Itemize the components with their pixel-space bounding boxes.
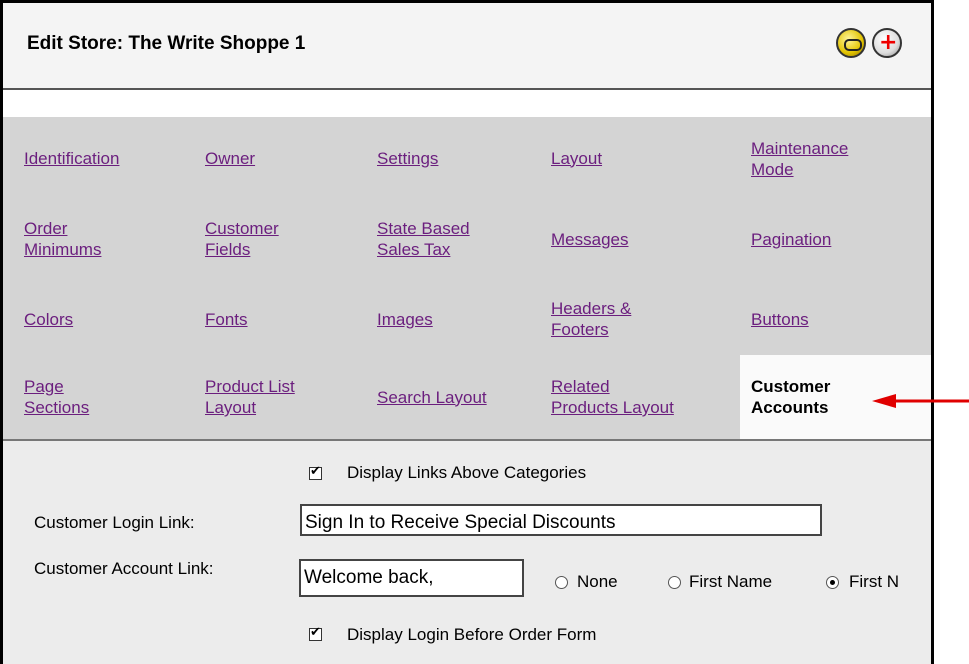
nav-maintenance-mode[interactable]: Maintenance Mode	[751, 129, 848, 189]
nav-page-sections-line2: Sections	[24, 398, 90, 417]
store-settings-nav: Identification Owner Settings Layout Mai…	[3, 117, 931, 441]
nav-buttons[interactable]: Buttons	[751, 301, 809, 337]
nav-state-based-sales-tax[interactable]: State Based Sales Tax	[377, 209, 470, 269]
link-icon[interactable]	[836, 28, 866, 58]
nav-maintenance-mode-line2: Mode	[751, 160, 794, 179]
nav-customer-fields-line2: Fields	[205, 240, 251, 259]
nav-customer-fields-line1: Customer	[205, 219, 279, 238]
nav-settings[interactable]: Settings	[377, 140, 438, 176]
display-login-label: Display Login Before Order Form	[347, 625, 597, 644]
radio-first-n-selected[interactable]	[826, 576, 839, 589]
nav-pagination[interactable]: Pagination	[751, 221, 831, 257]
customer-account-link-input[interactable]: Welcome back,	[299, 559, 524, 597]
radio-first-n-label: First N	[849, 572, 900, 591]
nav-maintenance-mode-line1: Maintenance	[751, 139, 849, 158]
nav-state-based-sales-tax-line1: State Based	[377, 219, 470, 238]
nav-order-minimums[interactable]: Order Minimums	[24, 209, 101, 269]
nav-customer-accounts-line1: Customer	[751, 377, 831, 396]
nav-related-products-layout[interactable]: Related Products Layout	[551, 367, 674, 427]
display-links-checkbox[interactable]	[309, 464, 322, 480]
display-login-checkbox[interactable]	[309, 625, 322, 641]
nav-headers-footers-line1: Headers &	[551, 299, 632, 318]
nav-page-sections[interactable]: Page Sections	[24, 367, 89, 427]
customer-account-link-label: Customer Account Link:	[34, 559, 214, 578]
nav-headers-footers-line2: Footers	[551, 320, 609, 339]
nav-related-products-layout-line2: Products Layout	[551, 398, 674, 417]
nav-related-products-layout-line1: Related	[551, 377, 610, 396]
radio-none[interactable]	[555, 576, 568, 589]
nav-colors[interactable]: Colors	[24, 301, 73, 337]
nav-customer-accounts-line2: Accounts	[751, 398, 829, 417]
nav-product-list-layout-line1: Product List	[205, 377, 295, 396]
radio-first-name-label: First Name	[689, 572, 773, 591]
help-icon[interactable]	[872, 28, 902, 58]
customer-login-link-input[interactable]: Sign In to Receive Special Discounts	[300, 504, 822, 536]
window-title: Edit Store: The Write Shoppe 1	[27, 33, 306, 54]
radio-none-label: None	[577, 572, 618, 591]
annotation-arrow-icon	[872, 394, 969, 408]
nav-search-layout[interactable]: Search Layout	[377, 379, 487, 415]
nav-fonts[interactable]: Fonts	[205, 301, 248, 337]
title-bar: Edit Store: The Write Shoppe 1	[3, 3, 931, 90]
edit-store-window: Edit Store: The Write Shoppe 1 Identific…	[0, 0, 934, 664]
display-links-label: Display Links Above Categories	[347, 463, 587, 482]
nav-messages[interactable]: Messages	[551, 221, 628, 257]
nav-product-list-layout-line2: Layout	[205, 398, 257, 417]
nav-order-minimums-line1: Order	[24, 219, 68, 238]
nav-customer-fields[interactable]: Customer Fields	[205, 209, 279, 269]
nav-owner[interactable]: Owner	[205, 140, 255, 176]
radio-first-name[interactable]	[668, 576, 681, 589]
nav-product-list-layout[interactable]: Product List Layout	[205, 367, 295, 427]
nav-order-minimums-line2: Minimums	[24, 240, 102, 259]
nav-state-based-sales-tax-line2: Sales Tax	[377, 240, 451, 259]
nav-headers-footers[interactable]: Headers & Footers	[551, 289, 631, 349]
nav-images[interactable]: Images	[377, 301, 433, 337]
nav-page-sections-line1: Page	[24, 377, 64, 396]
customer-accounts-form: Display Links Above Categories Customer …	[3, 441, 931, 664]
nav-identification[interactable]: Identification	[24, 140, 119, 176]
customer-login-link-label: Customer Login Link:	[34, 513, 195, 532]
nav-layout[interactable]: Layout	[551, 140, 602, 176]
